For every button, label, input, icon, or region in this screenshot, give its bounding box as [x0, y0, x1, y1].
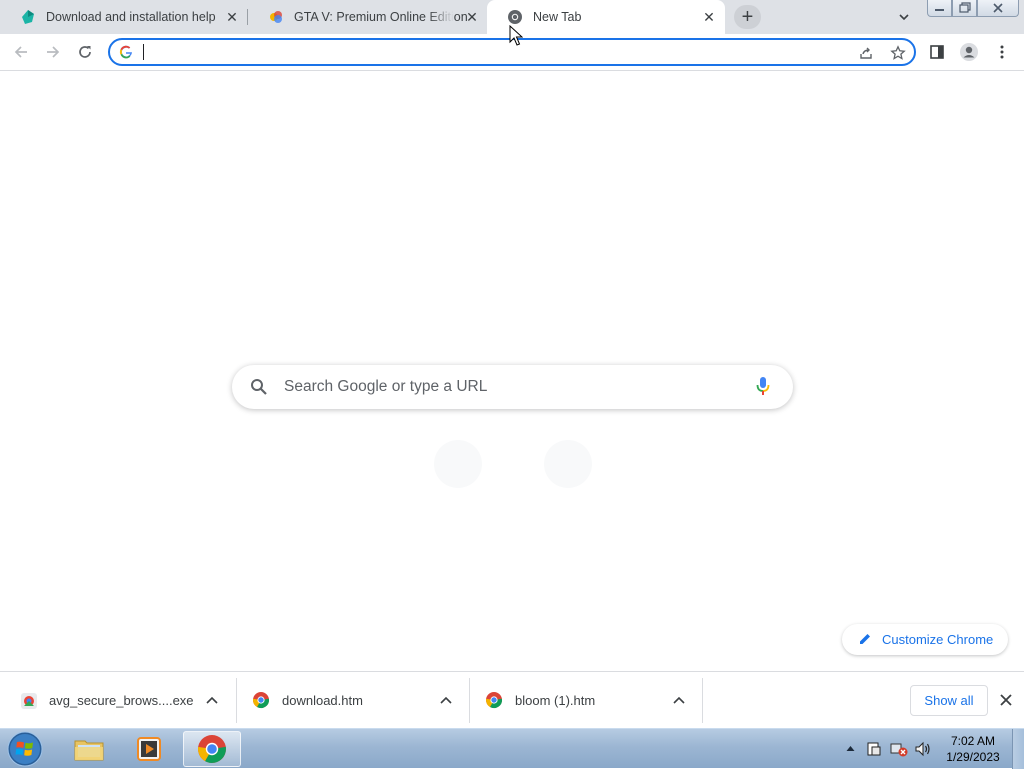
download-item[interactable]: download.htm [237, 672, 469, 729]
taskbar-explorer[interactable] [60, 731, 118, 767]
tab-title: Download and installation help [46, 10, 216, 24]
tab-download-help[interactable]: Download and installation help ✕ [0, 0, 246, 34]
share-icon[interactable] [858, 45, 874, 61]
new-tab-button[interactable]: + [734, 5, 761, 29]
folder-icon [74, 740, 104, 761]
chrome-file-icon [485, 692, 503, 709]
back-button[interactable] [8, 40, 34, 64]
show-hidden-icons-icon[interactable] [846, 745, 855, 752]
network-disconnected-icon[interactable] [890, 741, 908, 757]
tab-gta[interactable]: GTA V: Premium Online Edition & ✕ [248, 0, 486, 34]
side-panel-button[interactable] [924, 40, 950, 64]
close-window-button[interactable] [977, 0, 1019, 17]
chrome-icon [198, 735, 226, 763]
menu-button[interactable] [989, 40, 1015, 64]
avast-icon [22, 10, 34, 24]
windows-taskbar: 7:02 AM 1/29/2023 [0, 728, 1024, 769]
windows-start-orb-icon [7, 731, 43, 767]
avg-installer-icon [21, 693, 37, 709]
kebab-menu-icon [1000, 45, 1004, 59]
chrome-icon [508, 10, 522, 24]
reload-icon [79, 46, 91, 58]
mouse-cursor-icon [509, 25, 523, 46]
chevron-up-icon[interactable] [206, 695, 218, 705]
ntp-search-input[interactable] [284, 377, 724, 397]
customize-label: Customize Chrome [882, 632, 994, 647]
download-item[interactable]: avg_secure_brows....exe [0, 672, 236, 729]
shortcut-placeholder [434, 440, 482, 488]
customize-chrome-button[interactable]: Customize Chrome [842, 624, 1008, 655]
tab-search-chevron-icon[interactable] [898, 11, 910, 23]
chevron-up-icon[interactable] [440, 695, 452, 705]
forward-arrow-icon [47, 46, 60, 58]
bookmark-star-icon[interactable] [890, 45, 906, 61]
search-icon [251, 379, 267, 395]
close-shelf-icon[interactable] [999, 693, 1013, 707]
pencil-icon [860, 634, 870, 644]
download-filename: download.htm [282, 693, 363, 708]
site-icon [270, 11, 282, 23]
close-icon[interactable]: ✕ [464, 9, 480, 25]
close-window-icon [993, 3, 1003, 13]
download-separator [702, 678, 703, 723]
volume-icon[interactable] [914, 741, 932, 757]
text-caret [143, 44, 144, 60]
show-desktop-button[interactable] [1012, 729, 1024, 769]
tab-title: New Tab [533, 10, 582, 24]
shortcut-placeholder [544, 440, 592, 488]
address-input[interactable] [142, 43, 842, 61]
show-all-downloads-button[interactable]: Show all [910, 685, 988, 716]
back-arrow-icon [14, 46, 27, 58]
reload-button[interactable] [72, 40, 98, 64]
chrome-file-icon [252, 692, 270, 709]
taskbar-chrome[interactable] [183, 731, 241, 767]
close-icon[interactable]: ✕ [701, 9, 717, 25]
restore-button[interactable] [952, 0, 977, 17]
voice-search-mic-icon[interactable] [756, 376, 770, 398]
download-filename: avg_secure_brows....exe [49, 693, 194, 708]
tab-title-fade [428, 0, 454, 34]
system-clock[interactable]: 7:02 AM 1/29/2023 [940, 733, 1006, 765]
side-panel-icon [930, 45, 944, 59]
forward-button[interactable] [40, 40, 66, 64]
minimize-icon [935, 9, 944, 11]
download-item[interactable]: bloom (1).htm [470, 672, 702, 729]
action-center-flag-icon[interactable] [866, 741, 882, 757]
restore-icon [959, 2, 971, 13]
clock-time: 7:02 AM [950, 734, 996, 748]
clock-date: 1/29/2023 [946, 750, 1000, 764]
download-shelf: avg_secure_brows....exe download.htm blo… [0, 671, 1024, 728]
profile-avatar-icon [960, 43, 978, 61]
taskbar-media-player[interactable] [120, 731, 178, 767]
start-button[interactable] [5, 730, 45, 768]
close-icon[interactable]: ✕ [224, 9, 240, 25]
profile-button[interactable] [956, 40, 982, 64]
media-player-icon [137, 737, 161, 761]
download-filename: bloom (1).htm [515, 693, 596, 708]
chevron-up-icon[interactable] [673, 695, 685, 705]
ntp-search-box[interactable] [232, 365, 793, 409]
google-g-icon [119, 45, 132, 59]
minimize-button[interactable] [927, 0, 952, 17]
